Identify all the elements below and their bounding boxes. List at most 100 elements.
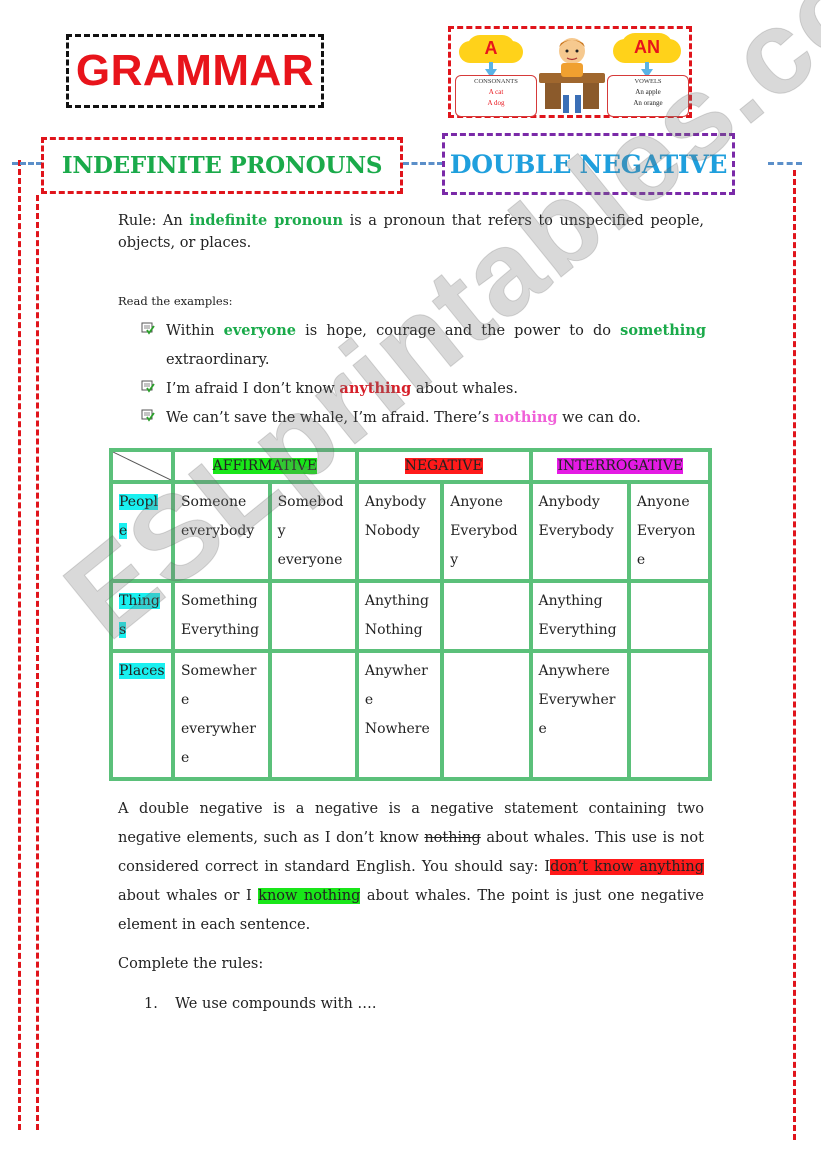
cell-word: Anybody — [538, 494, 600, 510]
table-cell: Anything Everything — [530, 581, 629, 651]
corner-cell — [111, 450, 173, 482]
left-edge-connector — [12, 162, 42, 165]
example-highlight: anything — [339, 380, 412, 397]
table-row: Thing s Something Everything Anything Nothing… — [111, 581, 710, 651]
table-cell — [628, 651, 710, 779]
example-highlight: everyone — [223, 322, 296, 339]
examples-intro: Read the examples: — [118, 294, 233, 308]
table-cell: Somewher e everywher e — [172, 651, 270, 779]
cell-word: Somebod — [277, 494, 344, 510]
left-page-border — [18, 160, 21, 1130]
table-header-row: AFFIRMATIVE NEGATIVE INTERROGATIVE — [111, 450, 710, 482]
cell-word: Somewher — [180, 663, 257, 679]
cloud-an: AN — [621, 33, 673, 61]
row-label: s — [119, 622, 127, 638]
cell-word: Anyone — [450, 494, 503, 510]
double-negative-title: DOUBLE NEGATIVE — [449, 149, 728, 179]
table-cell — [269, 581, 357, 651]
row-label-cell: Thing s — [111, 581, 173, 651]
table-row: Peopl e Someone everybody Somebod y everyone An… — [111, 482, 710, 581]
table-cell: Something Everything — [172, 581, 270, 651]
column-header-affirmative: AFFIRMATIVE — [172, 450, 357, 482]
cell-word: e — [636, 552, 646, 568]
cloud-a-label: A — [484, 37, 498, 58]
consonant-example: A cat — [488, 88, 504, 96]
title-box: GRAMMAR — [66, 34, 324, 108]
cell-word: Something — [180, 593, 258, 609]
cell-word: Anything — [364, 593, 429, 609]
cell-word: everyone — [277, 552, 343, 568]
example-highlight: nothing — [493, 409, 558, 426]
vowel-example: An orange — [633, 99, 663, 107]
cell-word: everybody — [180, 523, 255, 539]
cell-word: e — [364, 692, 374, 708]
example-text: Within — [166, 323, 215, 339]
cell-word: Nothing — [364, 622, 423, 638]
example-text: about whales. — [415, 381, 518, 397]
example-item: We can’t save the whale, I’m afraid. The… — [141, 403, 706, 433]
table-cell: Somebod y everyone — [269, 482, 357, 581]
cloud-an-label: AN — [634, 36, 660, 57]
indefinite-pronouns-table: AFFIRMATIVE NEGATIVE INTERROGATIVE Peopl… — [109, 448, 712, 781]
dn-red-highlight: don’t know anything — [550, 859, 704, 875]
rule-number: 1. — [144, 996, 158, 1012]
double-negative-header: DOUBLE NEGATIVE — [442, 133, 735, 195]
dn-strikethrough: nothing — [424, 830, 481, 846]
rule-item-text: We use compounds with …. — [175, 996, 377, 1012]
rule-paragraph: Rule: An indefinite pronoun is a pronoun… — [118, 210, 704, 254]
rules-list: 1. We use compounds with …. — [144, 993, 704, 1015]
cell-word: y — [277, 523, 286, 539]
table-cell — [442, 581, 531, 651]
cell-word: Anyone — [636, 494, 690, 510]
cell-word: everywher — [180, 721, 256, 737]
example-highlight: something — [620, 322, 706, 339]
table-cell — [269, 651, 357, 779]
example-text: is hope, courage and the power to do — [305, 323, 611, 339]
table-cell: Anything Nothing — [356, 581, 443, 651]
table-cell: Anybody Nobody — [356, 482, 443, 581]
row-label: Places — [119, 663, 165, 679]
cell-word: Anywhere — [538, 663, 610, 679]
example-text: we can do. — [562, 410, 641, 426]
row-label-cell: Peopl e — [111, 482, 173, 581]
cell-word: Anybody — [364, 494, 427, 510]
example-text: extraordinary. — [166, 352, 270, 368]
cell-word: e — [538, 721, 547, 737]
example-text: I’m afraid I don’t know — [166, 381, 335, 397]
indefinite-pronouns-header: INDEFINITE PRONOUNS — [41, 137, 403, 194]
table-row: Places Somewher e everywher e Anywher e Nowhere… — [111, 651, 710, 779]
dn-green-highlight: know nothing — [258, 888, 361, 904]
table-cell: Anyone Everybod y — [442, 482, 531, 581]
table-cell: Anybody Everybody — [530, 482, 629, 581]
rule-term: indefinite pronoun — [189, 212, 344, 229]
page-title: GRAMMAR — [75, 46, 315, 95]
dn-text: about whales or I — [118, 888, 252, 904]
left-inner-border — [36, 195, 39, 1130]
a-an-illustration: A CONSONANTS A cat A dog AN VOWELS An ap… — [448, 26, 692, 118]
rule-prefix: Rule: An — [118, 213, 183, 229]
table-cell: Someone everybody — [172, 482, 270, 581]
complete-rules-label: Complete the rules: — [118, 956, 264, 972]
right-page-border — [793, 170, 796, 1140]
consonant-example: A dog — [487, 99, 505, 107]
checkbox-bullet-icon — [141, 403, 166, 433]
cell-word: Everything — [538, 622, 617, 638]
example-text: We can’t save the whale, I’m afraid. The… — [166, 410, 490, 426]
table-cell: Anywher e Nowhere — [356, 651, 443, 779]
cell-word: Everywher — [538, 692, 616, 708]
table-cell: Anywhere Everywher e — [530, 651, 629, 779]
column-header-negative: NEGATIVE — [356, 450, 531, 482]
table-cell: Anyone Everyon e — [628, 482, 710, 581]
consonants-card: CONSONANTS A cat A dog — [455, 75, 537, 117]
cell-word: Everyon — [636, 523, 696, 539]
vowel-example: An apple — [635, 88, 661, 96]
checkbox-bullet-icon — [141, 374, 166, 404]
middle-connector — [403, 162, 443, 165]
cell-word: Everybod — [450, 523, 518, 539]
row-label-cell: Places — [111, 651, 173, 779]
interrogative-label: INTERROGATIVE — [557, 458, 684, 474]
consonants-heading: CONSONANTS — [474, 78, 518, 85]
row-label: Thing — [119, 593, 160, 609]
column-header-interrogative: INTERROGATIVE — [530, 450, 710, 482]
vowels-card: VOWELS An apple An orange — [607, 75, 689, 117]
